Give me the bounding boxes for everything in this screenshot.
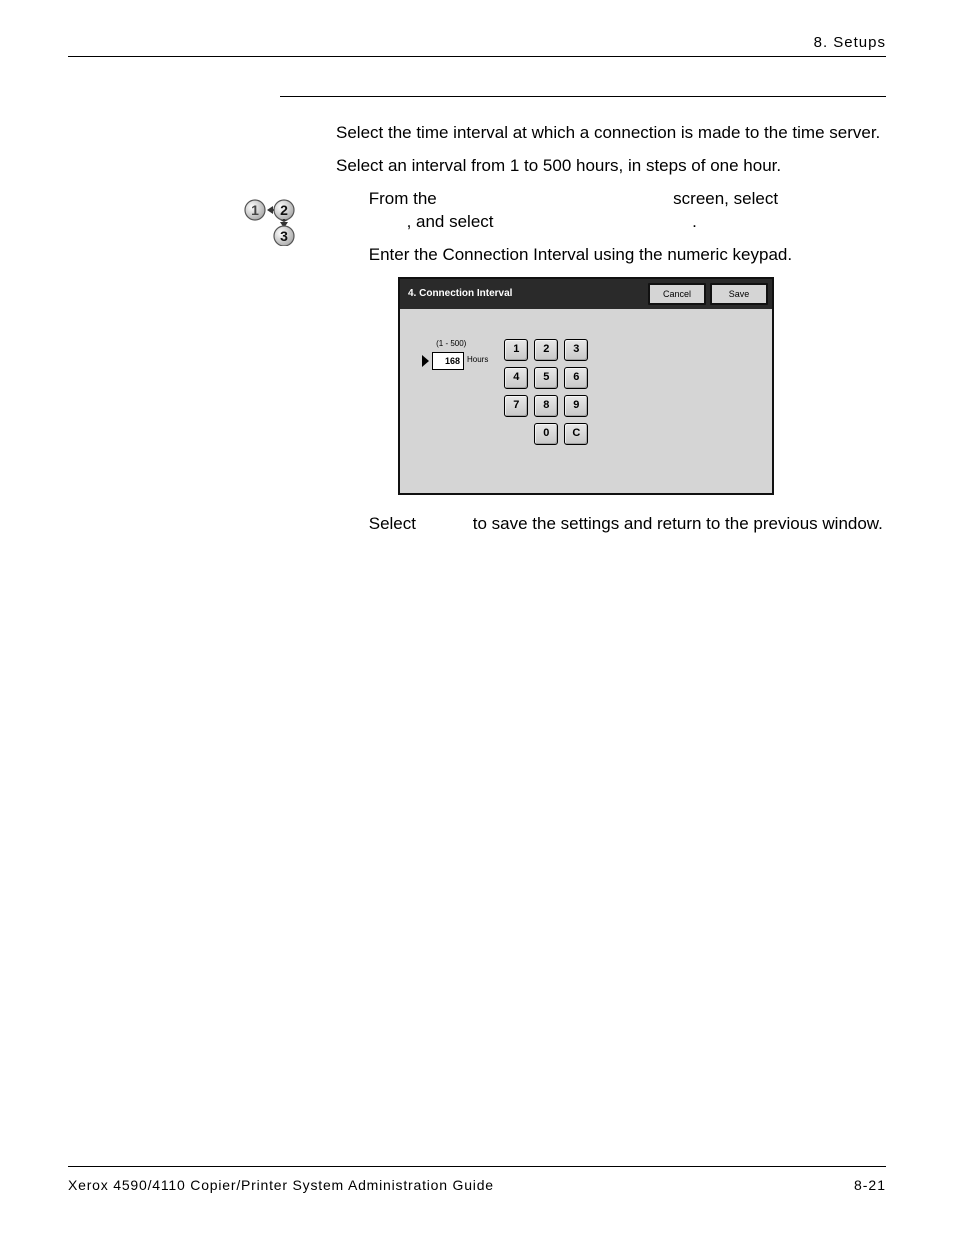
key-8[interactable]: 8 [534, 395, 558, 417]
footer-rule [68, 1166, 886, 1167]
value-area: (1 - 500) 168 Hours [422, 339, 488, 370]
step-text: Select [369, 514, 416, 533]
step-text: . [692, 212, 697, 231]
key-clear[interactable]: C [564, 423, 588, 445]
step-list: Enter the Connection Interval using the … [336, 244, 886, 267]
step-1-continued: ____ , and select ____________________ . [336, 211, 886, 234]
triangle-icon [422, 355, 429, 367]
footer-page-number: 8-21 [854, 1177, 886, 1193]
range-label: (1 - 500) [436, 339, 466, 350]
key-9[interactable]: 9 [564, 395, 588, 417]
main-content: Select the time interval at which a conn… [336, 122, 886, 544]
dialog-body: (1 - 500) 168 Hours 1 2 3 4 5 6 7 8 [400, 309, 772, 493]
header-rule [68, 56, 886, 57]
step-text: to save the settings and return to the p… [473, 514, 883, 533]
save-button[interactable]: Save [710, 283, 768, 305]
svg-text:1: 1 [251, 202, 259, 218]
step-text: Enter the Connection Interval using the … [369, 245, 792, 264]
embedded-screenshot: 4. Connection Interval Cancel Save (1 - … [398, 277, 774, 495]
paragraph: Select an interval from 1 to 500 hours, … [336, 155, 886, 178]
step-2: Enter the Connection Interval using the … [336, 244, 886, 267]
key-5[interactable]: 5 [534, 367, 558, 389]
unit-label: Hours [467, 355, 488, 366]
step-3: Select _____ to save the settings and re… [336, 513, 886, 536]
interval-input[interactable]: 168 [432, 352, 464, 370]
key-4[interactable]: 4 [504, 367, 528, 389]
dialog-title: 4. Connection Interval [408, 287, 644, 301]
input-row: 168 Hours [422, 352, 488, 370]
svg-text:3: 3 [280, 228, 288, 244]
cancel-button[interactable]: Cancel [648, 283, 706, 305]
dialog-connection-interval: 4. Connection Interval Cancel Save (1 - … [398, 277, 774, 495]
step-text: From the [369, 189, 437, 208]
step-text: screen, select [673, 189, 778, 208]
dialog-header: 4. Connection Interval Cancel Save [400, 279, 772, 309]
section-rule [280, 96, 886, 97]
key-7[interactable]: 7 [504, 395, 528, 417]
paragraph: Select the time interval at which a conn… [336, 122, 886, 145]
key-2[interactable]: 2 [534, 339, 558, 361]
key-3[interactable]: 3 [564, 339, 588, 361]
step-list: Select _____ to save the settings and re… [336, 513, 886, 536]
footer-doc-title: Xerox 4590/4110 Copier/Printer System Ad… [68, 1177, 494, 1193]
key-6[interactable]: 6 [564, 367, 588, 389]
svg-text:2: 2 [280, 202, 288, 218]
step-text: , and select [407, 212, 494, 231]
steps-icon: 1 2 3 [244, 198, 306, 246]
numeric-keypad: 1 2 3 4 5 6 7 8 9 0 C [504, 339, 588, 445]
step-list: From the ________________________ screen… [336, 188, 886, 211]
key-0[interactable]: 0 [534, 423, 558, 445]
step-1: From the ________________________ screen… [336, 188, 886, 211]
key-1[interactable]: 1 [504, 339, 528, 361]
page-header-chapter: 8. Setups [814, 34, 886, 51]
